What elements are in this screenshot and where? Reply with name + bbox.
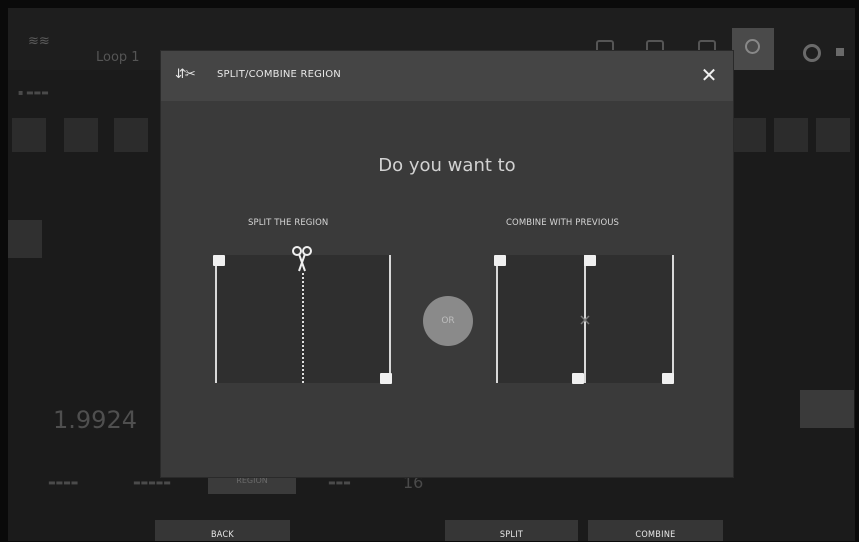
background-pad (816, 118, 850, 152)
app-logo: ≋≋ (28, 34, 50, 49)
region-start-line (215, 255, 217, 383)
combine-button[interactable]: COMBINE (588, 520, 723, 541)
background-tab: ▬▬▬▬ (48, 478, 79, 487)
stop-icon (836, 48, 844, 56)
background-app-title: Loop 1 (96, 50, 140, 65)
region-middle-handle (584, 255, 596, 266)
gear-icon (803, 44, 821, 62)
combine-region-option[interactable] (494, 255, 674, 384)
scissors-icon (292, 246, 312, 272)
dialog-header: ⇵✂ SPLIT/COMBINE REGION ✕ (161, 51, 733, 101)
split-combine-icon: ⇵✂ (175, 67, 196, 82)
split-combine-dialog: ⇵✂ SPLIT/COMBINE REGION ✕ Do you want to… (161, 51, 733, 477)
background-side-button (800, 390, 854, 428)
region-end-line (672, 255, 674, 383)
back-button[interactable]: BACK (155, 520, 290, 541)
background-side-button (8, 220, 42, 258)
split-option-label: SPLIT THE REGION (248, 218, 329, 228)
or-indicator: OR (423, 296, 473, 346)
combine-x-icon (580, 315, 590, 325)
background-pad (732, 118, 766, 152)
close-button[interactable]: ✕ (697, 63, 721, 87)
background-pad (114, 118, 148, 152)
region-start-handle (213, 255, 225, 266)
combine-option-label: COMBINE WITH PREVIOUS (506, 218, 620, 228)
region-previous-end-handle (572, 373, 584, 384)
background-pad (12, 118, 46, 152)
split-region-option[interactable] (213, 246, 392, 384)
split-button[interactable]: SPLIT (445, 520, 578, 541)
background-pad (64, 118, 98, 152)
region-end-handle (380, 373, 392, 384)
close-icon: ✕ (700, 63, 718, 87)
dialog-title: SPLIT/COMBINE REGION (217, 69, 341, 80)
split-cut-line (302, 273, 304, 383)
background-readout: 1.9924 (53, 406, 137, 434)
background-zoom-button (732, 28, 774, 70)
region-start-line (496, 255, 498, 383)
region-end-line (389, 255, 391, 383)
background-subtitle: ▪ ▬▬▬ (18, 88, 49, 97)
app-screen: ≋≋ Loop 1 ▪ ▬▬▬ 1.9924 ▬▬▬▬ ▬▬▬▬▬ REGION… (8, 8, 855, 541)
region-start-handle (494, 255, 506, 266)
region-end-handle (662, 373, 674, 384)
background-pad (774, 118, 808, 152)
dialog-question: Do you want to (378, 155, 516, 176)
magnifier-icon (745, 39, 760, 54)
